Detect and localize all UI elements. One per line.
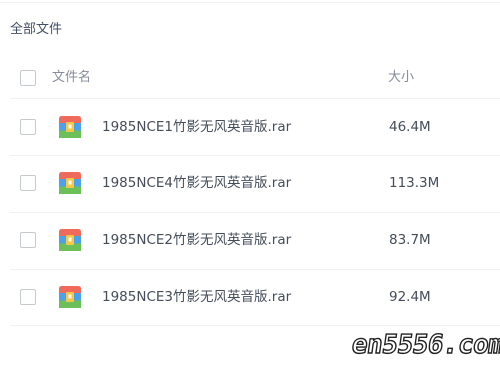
row-checkbox[interactable] bbox=[20, 119, 36, 135]
row-divider bbox=[10, 325, 500, 326]
row-checkbox[interactable] bbox=[20, 232, 36, 248]
archive-rar-icon bbox=[59, 286, 81, 308]
column-header-size[interactable]: 大小 bbox=[388, 69, 414, 87]
file-size: 113.3M bbox=[389, 175, 440, 191]
file-row[interactable]: 1985NCE3竹影无风英音版.rar 92.4M bbox=[0, 270, 500, 326]
top-divider bbox=[0, 2, 500, 3]
file-row[interactable]: 1985NCE2竹影无风英音版.rar 83.7M bbox=[0, 213, 500, 269]
file-size: 83.7M bbox=[389, 232, 431, 248]
file-size: 46.4M bbox=[389, 119, 431, 135]
breadcrumb[interactable]: 全部文件 bbox=[10, 21, 62, 39]
row-checkbox[interactable] bbox=[20, 175, 36, 191]
file-list-page: 全部文件 文件名 大小 1985NCE1竹影无风英音版.rar 46.4M 19… bbox=[0, 0, 500, 366]
list-header: 文件名 大小 bbox=[0, 58, 500, 98]
archive-rar-icon bbox=[59, 116, 81, 138]
watermark-text: en5556.com bbox=[349, 329, 500, 360]
file-row[interactable]: 1985NCE4竹影无风英音版.rar 113.3M bbox=[0, 156, 500, 212]
archive-rar-icon bbox=[59, 172, 81, 194]
file-name[interactable]: 1985NCE4竹影无风英音版.rar bbox=[102, 174, 291, 192]
file-size: 92.4M bbox=[389, 289, 431, 305]
file-name[interactable]: 1985NCE1竹影无风英音版.rar bbox=[102, 118, 291, 136]
row-checkbox[interactable] bbox=[20, 289, 36, 305]
file-name[interactable]: 1985NCE3竹影无风英音版.rar bbox=[102, 288, 291, 306]
file-name[interactable]: 1985NCE2竹影无风英音版.rar bbox=[102, 231, 291, 249]
column-header-name[interactable]: 文件名 bbox=[52, 69, 91, 87]
file-row[interactable]: 1985NCE1竹影无风英音版.rar 46.4M bbox=[0, 99, 500, 155]
archive-rar-icon bbox=[59, 229, 81, 251]
select-all-checkbox[interactable] bbox=[20, 70, 36, 86]
